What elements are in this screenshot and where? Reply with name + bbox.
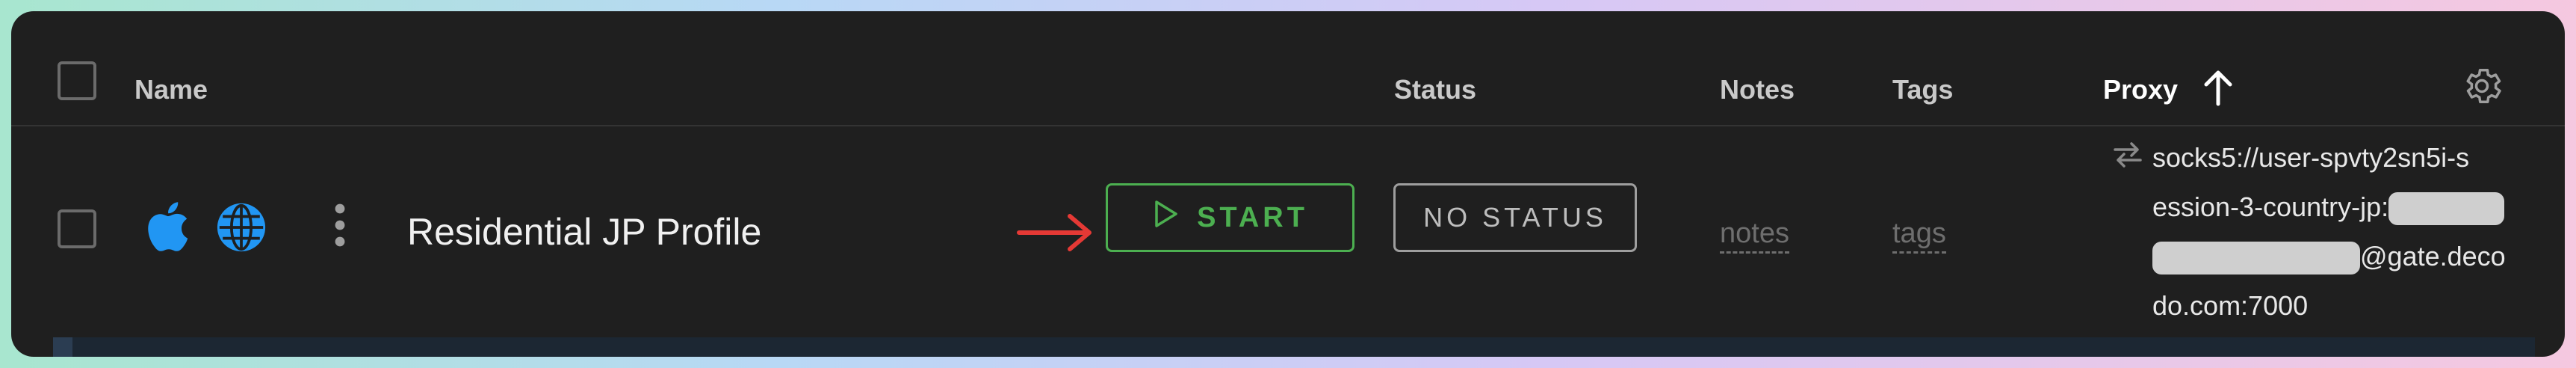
column-header-notes[interactable]: Notes xyxy=(1720,74,1795,105)
column-header-name[interactable]: Name xyxy=(134,74,208,105)
swap-icon xyxy=(2112,140,2143,174)
proxy-address[interactable]: socks5://user-spvty2sn5i-s ession-3-coun… xyxy=(2152,133,2556,331)
play-icon xyxy=(1152,199,1180,236)
horizontal-scrollbar[interactable] xyxy=(53,337,2535,357)
proxy-line: socks5://user-spvty2sn5i-s xyxy=(2152,142,2470,173)
more-vertical-icon[interactable] xyxy=(325,201,355,253)
arrow-up-icon[interactable] xyxy=(2200,68,2236,111)
profile-name[interactable]: Residential JP Profile xyxy=(407,210,761,254)
redacted-block xyxy=(2152,242,2360,275)
column-header-tags[interactable]: Tags xyxy=(1892,74,1953,105)
globe-icon xyxy=(215,201,267,257)
column-header-proxy[interactable]: Proxy xyxy=(2103,74,2178,105)
redacted-block xyxy=(2388,192,2505,226)
notes-field[interactable]: notes xyxy=(1720,218,1789,254)
proxy-line: @gate.deco xyxy=(2152,232,2556,281)
gear-icon[interactable] xyxy=(2459,64,2504,112)
start-label: START xyxy=(1197,201,1308,233)
arrow-right-icon xyxy=(1016,210,1095,259)
proxy-line-text: @gate.deco xyxy=(2360,241,2506,272)
apple-icon xyxy=(142,198,190,259)
profiles-table: Name Status Notes Tags Proxy Residential… xyxy=(11,11,2565,357)
row-checkbox[interactable] xyxy=(58,209,96,248)
column-header-status[interactable]: Status xyxy=(1394,74,1476,105)
status-button[interactable]: NO STATUS xyxy=(1393,183,1637,252)
tags-field[interactable]: tags xyxy=(1892,218,1946,254)
select-all-checkbox[interactable] xyxy=(58,61,96,100)
proxy-line: do.com:7000 xyxy=(2152,290,2309,321)
start-button[interactable]: START xyxy=(1106,183,1354,252)
proxy-line-text: ession-3-country-jp: xyxy=(2152,191,2389,222)
proxy-line: ession-3-country-jp: xyxy=(2152,183,2556,232)
table-header: Name Status Notes Tags Proxy xyxy=(11,11,2565,126)
